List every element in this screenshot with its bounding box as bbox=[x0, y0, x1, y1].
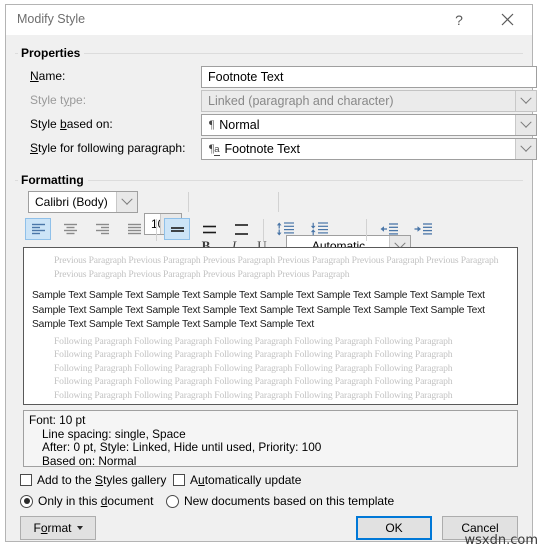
align-justify-button[interactable] bbox=[121, 218, 147, 240]
radio-icon[interactable] bbox=[20, 494, 33, 508]
watermark: wsxdn.com bbox=[464, 533, 539, 548]
align-center-button[interactable] bbox=[57, 218, 83, 240]
decrease-paragraph-spacing-icon bbox=[276, 222, 294, 236]
format-button[interactable]: Format bbox=[20, 516, 96, 540]
caret-down-icon bbox=[76, 526, 83, 530]
description-line-4: Based on: Normal bbox=[42, 453, 137, 468]
style-description: Font: 10 pt Line spacing: single, Space … bbox=[23, 410, 518, 467]
align-justify-icon bbox=[127, 223, 141, 234]
line-spacing-1-5-icon bbox=[202, 225, 216, 233]
dialog-titlebar: Modify Style ? bbox=[6, 5, 532, 35]
ok-button-label: OK bbox=[385, 521, 403, 535]
name-input[interactable]: Footnote Text bbox=[201, 66, 537, 88]
line-spacing-single-button[interactable] bbox=[164, 218, 190, 240]
increase-indent-icon bbox=[414, 222, 432, 235]
new-documents-radio[interactable]: New documents based on this template bbox=[166, 492, 394, 510]
chevron-down-icon[interactable] bbox=[515, 115, 536, 135]
preview-previous-paragraph: Previous Paragraph Previous Paragraph Pr… bbox=[54, 255, 499, 280]
description-line-1: Font: 10 pt bbox=[29, 413, 86, 427]
style-type-label: Style type: bbox=[30, 93, 87, 107]
automatically-update-label: Automatically update bbox=[190, 473, 302, 487]
align-right-button[interactable] bbox=[89, 218, 115, 240]
only-in-this-document-radio[interactable]: Only in this document bbox=[20, 492, 153, 510]
paragraph-toolbar bbox=[6, 218, 532, 242]
new-documents-label: New documents based on this template bbox=[184, 494, 395, 508]
line-spacing-double-button[interactable] bbox=[228, 218, 254, 240]
style-preview: Previous Paragraph Previous Paragraph Pr… bbox=[23, 247, 518, 405]
style-following-paragraph-dropdown[interactable]: ¶a Footnote Text bbox=[201, 138, 537, 160]
style-following-paragraph-value: Footnote Text bbox=[224, 142, 301, 156]
linked-style-icon: ¶a bbox=[209, 143, 220, 156]
close-icon[interactable] bbox=[490, 5, 524, 34]
name-row: Name: Footnote Text bbox=[15, 66, 537, 88]
preview-following-paragraph-line: Following Paragraph Following Paragraph … bbox=[54, 349, 453, 360]
style-following-paragraph-label: Style for following paragraph: bbox=[30, 141, 186, 155]
format-button-label: Format bbox=[33, 521, 72, 535]
modify-style-dialog: Modify Style ? Properties Name: Footnote… bbox=[5, 4, 537, 542]
toolbar-separator bbox=[188, 192, 189, 212]
decrease-paragraph-spacing-button[interactable] bbox=[272, 218, 298, 240]
automatically-update-checkbox[interactable]: Automatically update bbox=[173, 471, 301, 489]
name-label: Name: bbox=[30, 69, 66, 83]
align-center-icon bbox=[63, 223, 77, 234]
chevron-down-icon[interactable] bbox=[116, 192, 137, 212]
font-toolbar: Calibri (Body) 10 B I U Automatic bbox=[6, 191, 532, 257]
toolbar-separator bbox=[156, 219, 157, 241]
chevron-down-icon bbox=[515, 91, 536, 111]
name-input-value: Footnote Text bbox=[208, 70, 284, 84]
style-following-paragraph-row: Style for following paragraph: ¶a Footno… bbox=[15, 138, 537, 160]
increase-paragraph-spacing-button[interactable] bbox=[306, 218, 332, 240]
preview-following-paragraph-line: Following Paragraph Following Paragraph … bbox=[54, 335, 453, 347]
style-type-dropdown: Linked (paragraph and character) bbox=[201, 90, 537, 112]
help-icon[interactable]: ? bbox=[442, 5, 476, 34]
preview-following-paragraph-line: Following Paragraph Following Paragraph … bbox=[54, 402, 509, 404]
help-glyph: ? bbox=[455, 11, 463, 28]
toolbar-separator bbox=[263, 219, 264, 241]
font-name-value: Calibri (Body) bbox=[35, 195, 108, 209]
align-left-icon bbox=[31, 223, 45, 234]
align-left-button[interactable] bbox=[25, 218, 51, 240]
line-spacing-double-icon bbox=[234, 223, 248, 235]
preview-following-paragraph-line: Following Paragraph Following Paragraph … bbox=[54, 389, 453, 401]
properties-group-rule bbox=[15, 53, 523, 54]
style-type-row: Style type: Linked (paragraph and charac… bbox=[15, 90, 537, 112]
paragraph-mark-icon: ¶ bbox=[209, 119, 215, 131]
style-based-on-dropdown[interactable]: ¶ Normal bbox=[201, 114, 537, 136]
preview-sample-text: Sample Text Sample Text Sample Text Samp… bbox=[32, 290, 485, 330]
radio-icon[interactable] bbox=[166, 494, 179, 508]
font-name-dropdown[interactable]: Calibri (Body) bbox=[28, 191, 138, 213]
checkbox-icon[interactable] bbox=[173, 474, 185, 486]
add-to-styles-gallery-label: Add to the Styles gallery bbox=[37, 473, 167, 487]
dialog-title: Modify Style bbox=[17, 12, 86, 26]
formatting-group-legend: Formatting bbox=[18, 173, 88, 187]
style-based-on-value: Normal bbox=[219, 118, 260, 132]
ok-button[interactable]: OK bbox=[356, 516, 432, 540]
style-type-value: Linked (paragraph and character) bbox=[208, 94, 394, 108]
line-spacing-single-icon bbox=[170, 226, 184, 232]
toolbar-separator bbox=[366, 219, 367, 241]
checkbox-icon[interactable] bbox=[20, 474, 32, 486]
style-based-on-row: Style based on: ¶ Normal bbox=[15, 114, 537, 136]
toolbar-separator bbox=[278, 192, 279, 212]
increase-indent-button[interactable] bbox=[410, 218, 436, 240]
increase-paragraph-spacing-icon bbox=[310, 222, 328, 236]
decrease-indent-button[interactable] bbox=[376, 218, 402, 240]
preview-following-paragraphs: Following Paragraph Following Paragraph … bbox=[54, 335, 509, 405]
properties-group: Properties Name: Footnote Text Style typ… bbox=[15, 46, 537, 165]
preview-following-paragraph-line: Following Paragraph Following Paragraph … bbox=[54, 362, 453, 374]
add-to-styles-gallery-checkbox[interactable]: Add to the Styles gallery bbox=[20, 471, 166, 489]
formatting-group-rule bbox=[15, 180, 523, 181]
description-line-3: After: 0 pt, Style: Linked, Hide until u… bbox=[42, 440, 322, 454]
align-right-icon bbox=[95, 223, 109, 234]
preview-following-paragraph-line: Following Paragraph Following Paragraph … bbox=[54, 376, 453, 387]
description-line-2: Line spacing: single, Space bbox=[42, 426, 186, 441]
only-in-this-document-label: Only in this document bbox=[38, 494, 154, 508]
line-spacing-1-5-button[interactable] bbox=[196, 218, 222, 240]
properties-group-legend: Properties bbox=[18, 46, 85, 60]
chevron-down-icon[interactable] bbox=[515, 139, 536, 159]
decrease-indent-icon bbox=[380, 222, 398, 235]
style-based-on-label: Style based on: bbox=[30, 117, 113, 131]
